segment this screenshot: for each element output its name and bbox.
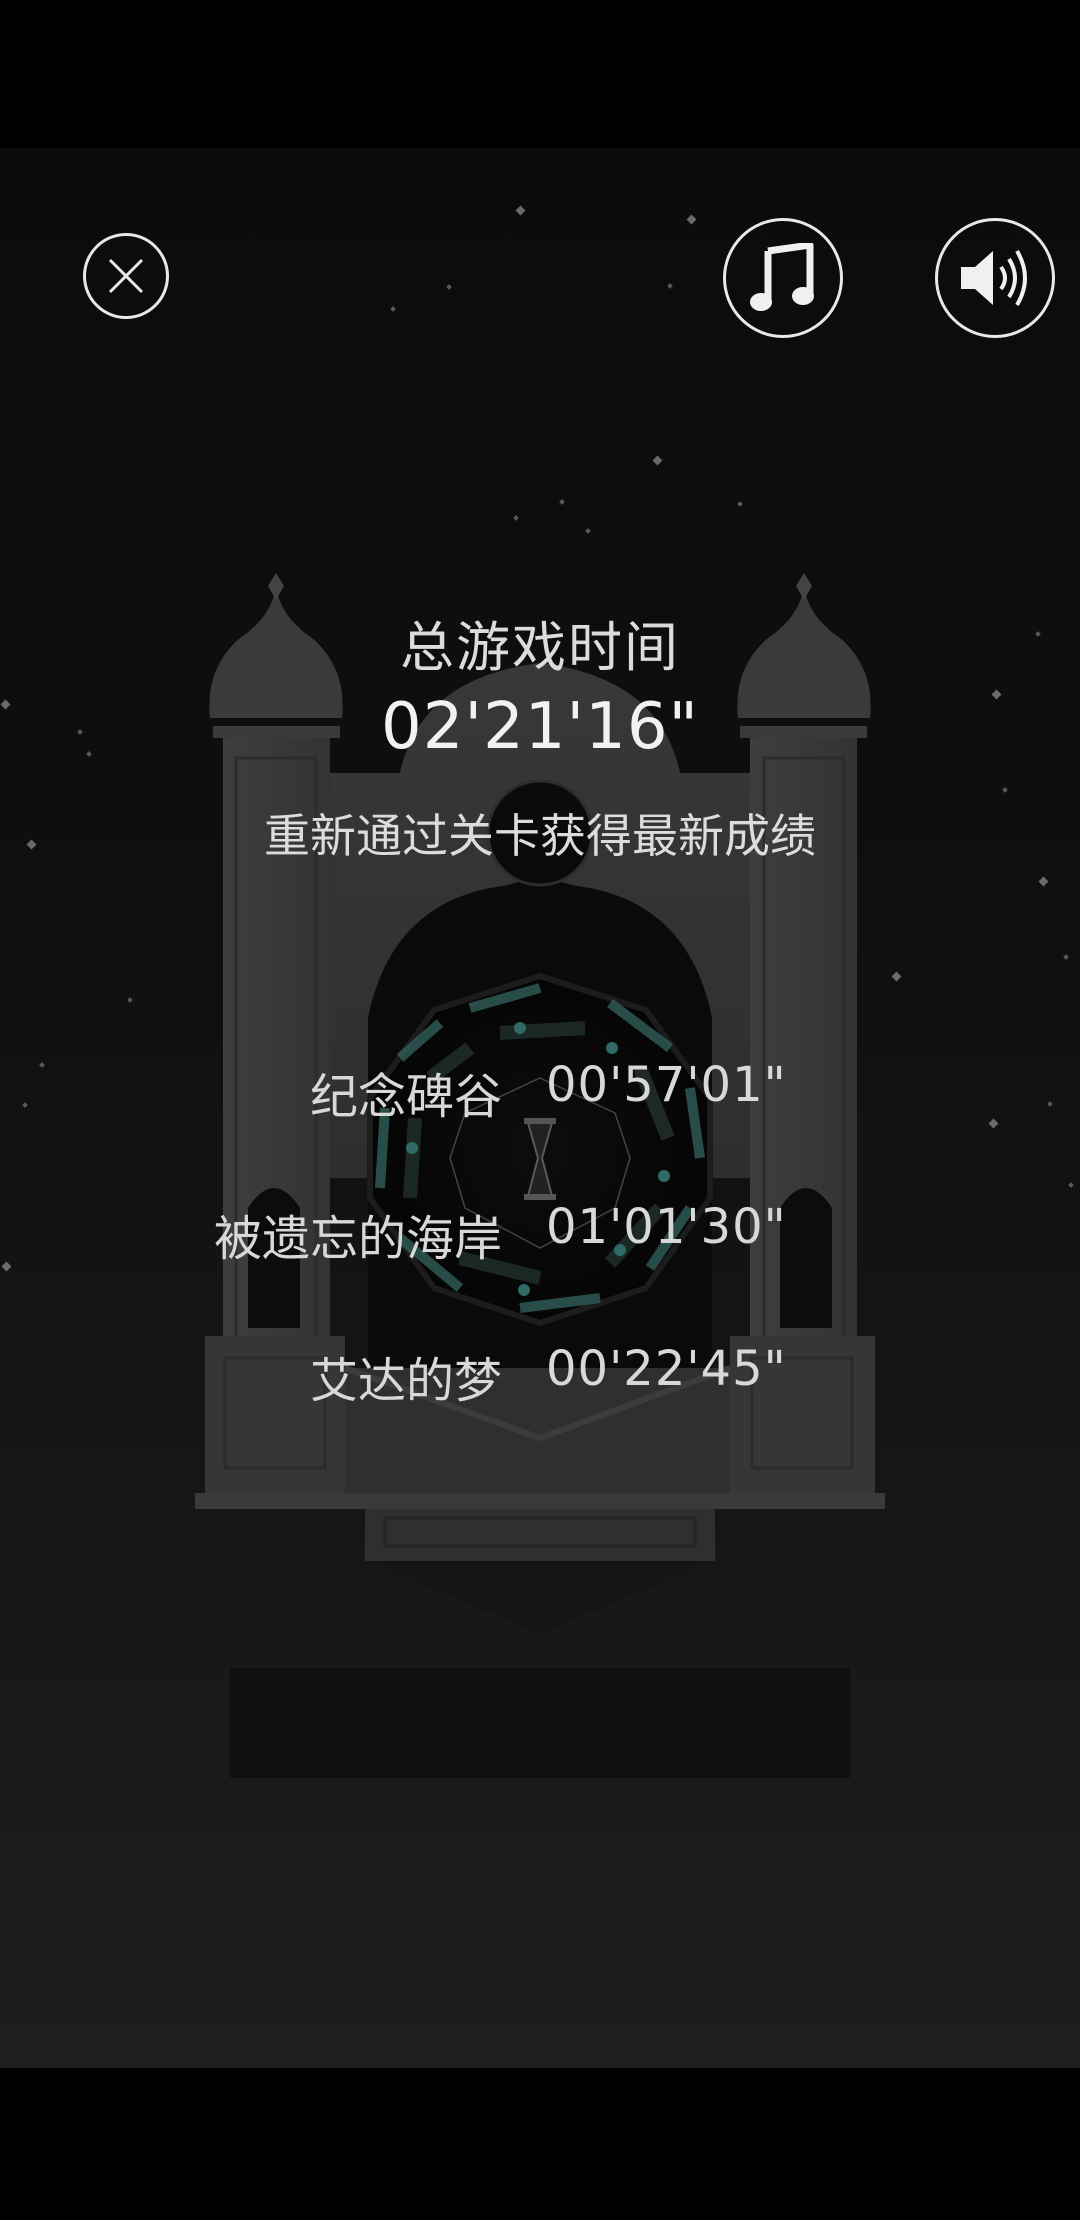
close-button[interactable] <box>83 233 169 319</box>
total-play-time-value: 02'21'16" <box>381 690 699 764</box>
replay-hint-text: 重新通过关卡获得最新成绩 <box>264 809 816 863</box>
level-name: 艾达的梦 <box>309 1353 502 1409</box>
level-record-row: 被遗忘的海岸 01'01'30" <box>0 1199 1080 1269</box>
sound-toggle-button[interactable] <box>935 218 1055 338</box>
level-name: 被遗忘的海岸 <box>213 1211 502 1267</box>
ornament-ring <box>367 972 713 1327</box>
level-record-row: 艾达的梦 00'22'45" <box>0 1341 1080 1411</box>
music-note-icon <box>750 243 814 311</box>
level-record-row: 纪念碑谷 00'57'01" <box>0 1057 1080 1127</box>
level-time: 00'57'01" <box>546 1057 787 1113</box>
speaker-volume-icon <box>961 249 1027 307</box>
navigation-bar-area <box>0 2068 1080 2220</box>
level-time: 00'22'45" <box>546 1341 787 1397</box>
level-name: 纪念碑谷 <box>309 1069 502 1125</box>
game-screen: 总游戏时间 02'21'16" 重新通过关卡获得最新成绩 纪念碑谷 00'57'… <box>0 0 1080 2220</box>
level-time: 01'01'30" <box>546 1199 787 1255</box>
close-icon <box>108 258 144 294</box>
music-toggle-button[interactable] <box>723 218 843 338</box>
total-play-time-label: 总游戏时间 <box>400 616 680 679</box>
status-bar-area <box>0 0 1080 148</box>
